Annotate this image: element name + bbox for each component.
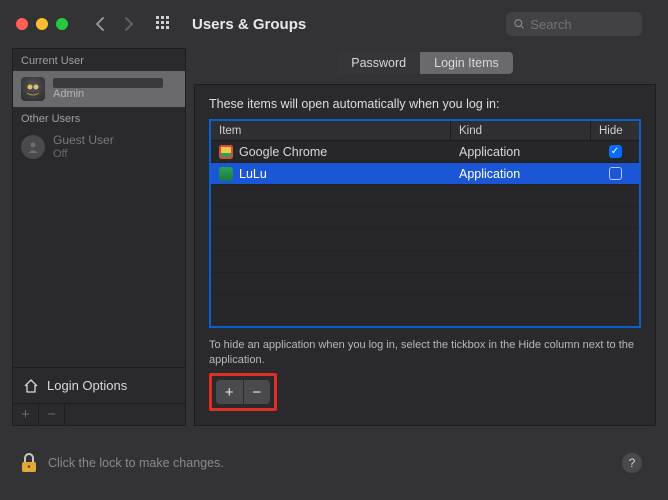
col-kind[interactable]: Kind: [451, 121, 591, 140]
footer: Click the lock to make changes. ?: [0, 438, 668, 488]
show-all-icon[interactable]: [156, 16, 172, 32]
search-icon: [514, 18, 524, 30]
main-panel: Password Login Items These items will op…: [194, 48, 656, 426]
window-title: Users & Groups: [192, 16, 306, 33]
other-users-header: Other Users: [13, 107, 185, 129]
table-row: [211, 207, 639, 229]
avatar: [21, 135, 45, 159]
add-user-button[interactable]: +: [13, 404, 39, 425]
zoom-window-button[interactable]: [56, 18, 68, 30]
item-kind: Application: [451, 145, 591, 159]
sidebar: Current User Admin Other Users Guest Use…: [12, 48, 186, 426]
nav-buttons: [92, 17, 136, 31]
app-icon: [219, 167, 233, 181]
remove-login-item-button[interactable]: −: [244, 380, 271, 404]
col-item[interactable]: Item: [211, 121, 451, 140]
item-name: Google Chrome: [239, 145, 327, 159]
item-kind: Application: [451, 167, 591, 181]
minimize-window-button[interactable]: [36, 18, 48, 30]
table-row: [211, 295, 639, 326]
sidebar-user-current[interactable]: Admin: [13, 71, 185, 107]
titlebar: Users & Groups: [0, 0, 668, 48]
table-row: [211, 251, 639, 273]
hide-checkbox[interactable]: [609, 167, 622, 180]
panel-lede: These items will open automatically when…: [209, 97, 641, 111]
login-items-table: Item Kind Hide Google Chrome Application…: [209, 119, 641, 328]
current-user-header: Current User: [13, 49, 185, 71]
tab-password[interactable]: Password: [337, 52, 420, 74]
search-field[interactable]: [506, 12, 642, 36]
sidebar-user-guest[interactable]: Guest User Off: [13, 129, 185, 165]
help-button[interactable]: ?: [622, 453, 642, 473]
close-window-button[interactable]: [16, 18, 28, 30]
tab-row: Password Login Items: [194, 48, 656, 78]
add-remove-highlight: + −: [209, 373, 277, 411]
table-row[interactable]: Google Chrome Application ✓: [211, 141, 639, 163]
window-controls: [16, 18, 68, 30]
table-row: [211, 229, 639, 251]
user-name: Guest User: [53, 134, 114, 147]
login-options-button[interactable]: Login Options: [13, 367, 185, 403]
search-input[interactable]: [530, 17, 634, 32]
sidebar-add-remove-row: + −: [13, 403, 185, 425]
forward-button[interactable]: [122, 17, 136, 31]
user-role: Admin: [53, 88, 163, 100]
lock-icon[interactable]: [20, 452, 38, 474]
footer-text: Click the lock to make changes.: [48, 456, 224, 470]
avatar: [21, 77, 45, 101]
remove-user-button[interactable]: −: [39, 404, 65, 425]
add-login-item-button[interactable]: +: [216, 380, 244, 404]
table-row: [211, 273, 639, 295]
tab-login-items[interactable]: Login Items: [420, 52, 513, 74]
user-name-redacted: [53, 78, 163, 88]
table-row[interactable]: LuLu Application: [211, 163, 639, 185]
hint-text: To hide an application when you log in, …: [209, 338, 641, 367]
house-icon: [23, 378, 39, 394]
hide-checkbox[interactable]: ✓: [609, 145, 622, 158]
table-header: Item Kind Hide: [211, 121, 639, 141]
col-hide[interactable]: Hide: [591, 121, 639, 140]
login-options-label: Login Options: [47, 378, 127, 393]
app-icon: [219, 145, 233, 159]
user-status: Off: [53, 148, 114, 160]
item-name: LuLu: [239, 167, 267, 181]
back-button[interactable]: [92, 17, 106, 31]
table-row: [211, 185, 639, 207]
